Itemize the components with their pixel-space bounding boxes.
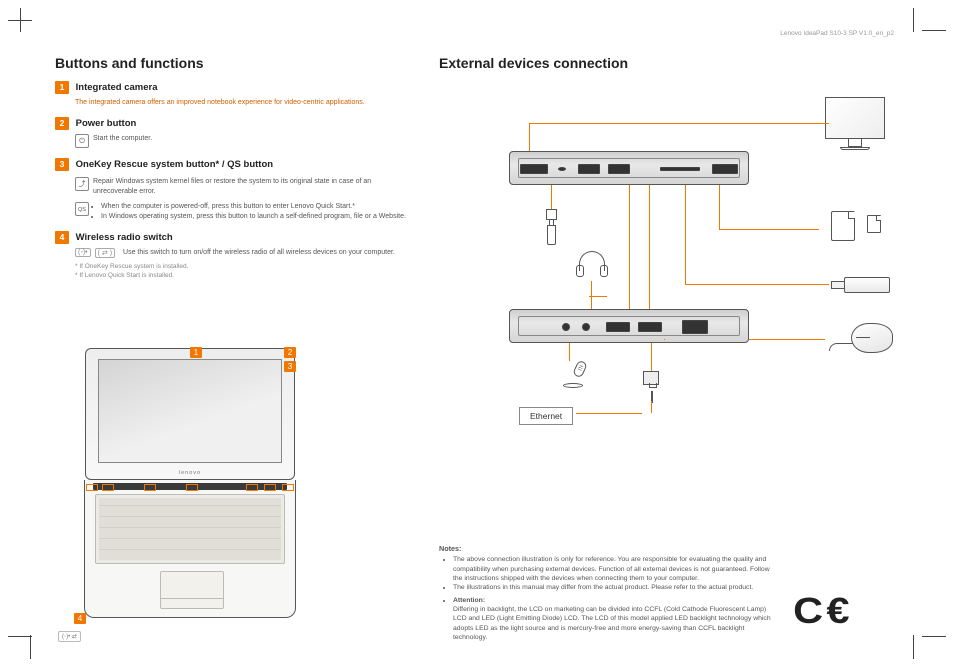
power-icon: ⏻ (75, 134, 89, 148)
sdcard-icon (831, 211, 881, 247)
item-desc-3a: Repair Windows system kernel files or re… (93, 177, 409, 196)
callout-3: 3 (284, 361, 296, 372)
item-desc-2: Start the computer. (93, 134, 409, 143)
note-0: The above connection illustration is onl… (453, 555, 779, 583)
mouse-cable (829, 343, 853, 351)
footnote-a: * If OneKey Rescue system is installed. (75, 262, 409, 271)
attention-text: Differing in backlight, the LCD on marke… (453, 606, 771, 641)
connection-diagram: Ethernet (439, 81, 899, 431)
callout-1: 1 (190, 347, 202, 358)
item-title-2: Power button (76, 118, 137, 129)
side-port-view (509, 151, 749, 185)
mouse-icon (851, 323, 893, 353)
ethernet-plug-icon (643, 371, 661, 403)
numbox-1: 1 (55, 81, 69, 94)
item-wireless: 4 Wireless radio switch (◦)• ( ⇄ ) Use t… (55, 231, 409, 280)
numbox-3: 3 (55, 158, 69, 171)
ethernet-label: Ethernet (519, 407, 573, 425)
item-onekey: 3 OneKey Rescue system button* / QS butt… (55, 158, 409, 221)
item-title-4: Wireless radio switch (76, 232, 173, 243)
laptop-logo: lenovo (179, 470, 201, 476)
item-power: 2 Power button ⏻ Start the computer. (55, 117, 409, 148)
notes-heading: Notes: (439, 544, 779, 554)
attention-heading: Attention: (453, 597, 485, 604)
item-title-3: OneKey Rescue system button* / QS button (76, 159, 273, 170)
numbox-2: 2 (55, 117, 69, 130)
radio-icon-right: ( ⇄ ) (95, 248, 115, 258)
item-bullet-3-0: When the computer is powered-off, press … (101, 202, 409, 211)
microphone-icon (561, 361, 597, 391)
doc-path: Lenovo IdeaPad S10-3 SP V1.0_en_p2 (780, 30, 894, 37)
numbox-4: 4 (55, 231, 69, 244)
radio-switch-bottom: (◦)• ⇄ (58, 631, 81, 642)
item-desc-1: The integrated camera offers an improved… (75, 98, 409, 107)
item-camera: 1 Integrated camera The integrated camer… (55, 81, 409, 107)
item-title-1: Integrated camera (76, 82, 158, 93)
monitor-icon (821, 97, 889, 157)
right-heading: External devices connection (439, 55, 899, 71)
front-port-view (509, 309, 749, 343)
ce-mark-icon: C€ (793, 590, 853, 632)
radio-icon-left: (◦)• (75, 248, 91, 257)
item-desc-4: Use this switch to turn on/off the wirel… (123, 248, 409, 257)
callout-4: 4 (74, 613, 86, 624)
left-column: Buttons and functions 1 Integrated camer… (55, 55, 409, 642)
usb-cable-icon (539, 209, 563, 253)
headphones-icon (575, 251, 609, 285)
note-1: The illustrations in this manual may dif… (453, 583, 779, 592)
recovery-icon: ⤴ (75, 177, 89, 191)
item-bullet-3-1: In Windows operating system, press this … (101, 212, 409, 221)
left-heading: Buttons and functions (55, 55, 409, 71)
right-column: External devices connection (439, 55, 899, 642)
usbstick-icon (831, 275, 893, 295)
qs-icon: QS (75, 202, 89, 216)
footnote-b: * If Lenovo Quick Start is installed. (75, 271, 409, 280)
callout-2: 2 (284, 347, 296, 358)
laptop-diagram: lenovo 1 2 3 4 (◦)• ⇄ (60, 348, 320, 638)
